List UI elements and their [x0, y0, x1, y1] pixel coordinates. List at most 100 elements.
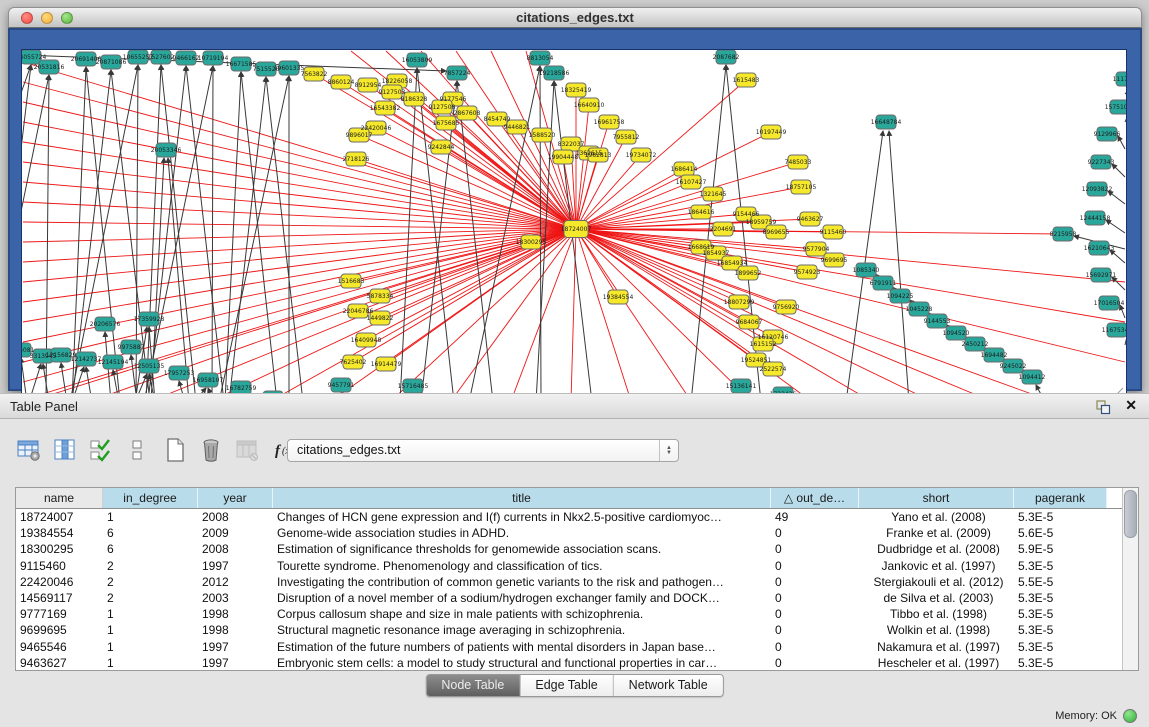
tab-node-table[interactable]: Node Table: [426, 675, 520, 696]
graph-node-label: 1899652: [735, 270, 762, 277]
table-cell-out_de: 0: [771, 525, 859, 541]
graph-node-label: 9975887: [118, 344, 145, 351]
import-table-disabled-icon: [234, 437, 260, 463]
column-header-year[interactable]: year: [198, 488, 273, 508]
table-cell-short: Nakamura et al. (1997): [859, 639, 1014, 655]
delete-table-icon[interactable]: [198, 437, 224, 463]
graph-node-label: 12444158: [1080, 215, 1111, 222]
graph-node-label: 1982813: [585, 152, 612, 159]
table-cell-pagerank: 5.3E-5: [1014, 655, 1107, 671]
graph-node-label: 22046786: [343, 308, 374, 315]
graph-node-label: 10197449: [756, 129, 787, 136]
column-header-out_de[interactable]: △ out_de…: [771, 488, 859, 508]
table-row[interactable]: 977716911998Corpus callosum shape and si…: [16, 606, 1123, 622]
column-chooser-icon[interactable]: [52, 437, 78, 463]
graph-node-label: 10719194: [198, 55, 229, 62]
table-cell-year: 2008: [198, 541, 273, 557]
table-cell-out_de: 0: [771, 622, 859, 638]
table-row[interactable]: 2242004622012Investigating the contribut…: [16, 574, 1123, 590]
tab-network-table[interactable]: Network Table: [614, 675, 723, 696]
graph-node-label: 24055724: [22, 54, 46, 61]
float-panel-icon[interactable]: [1095, 399, 1111, 415]
table-cell-title: Estimation of the future numbers of pati…: [273, 639, 771, 655]
column-header-in_degree[interactable]: in_degree: [103, 488, 198, 508]
graph-node-label: 9463627: [797, 216, 824, 223]
tab-edge-table[interactable]: Edge Table: [520, 675, 613, 696]
column-header-pagerank[interactable]: pagerank: [1014, 488, 1107, 508]
graph-node-label: 1094225: [887, 293, 914, 300]
graph-node-label: 9457791: [328, 382, 355, 389]
graph-node-label: 16961758: [594, 119, 625, 126]
table-row[interactable]: 946362711997Embryonic stem cells: a mode…: [16, 655, 1123, 671]
table-row[interactable]: 946554611997Estimation of the future num…: [16, 639, 1123, 655]
graph-node-label: 9245022: [1000, 363, 1027, 370]
memory-status-label[interactable]: Memory: OK: [1055, 710, 1117, 722]
table-row[interactable]: 969969511998Structural magnetic resonanc…: [16, 622, 1123, 638]
graph-node-label: 19384554: [603, 294, 634, 301]
close-panel-icon[interactable]: ✕: [1125, 397, 1137, 414]
column-header-name[interactable]: name: [16, 488, 103, 508]
table-cell-in_degree: 2: [103, 558, 198, 574]
merge-rows-icon[interactable]: [124, 437, 150, 463]
table-cell-title: Investigating the contribution of common…: [273, 574, 771, 590]
new-file-icon[interactable]: [162, 437, 188, 463]
graph-node-label: 16914479: [371, 361, 402, 368]
table-cell-name: 9463627: [16, 655, 103, 671]
status-bar: Memory: OK: [0, 703, 1149, 727]
window-title: citations_edges.txt: [9, 10, 1141, 25]
network-table-select[interactable]: citations_edges.txt ▲▼: [287, 439, 679, 462]
table-settings-icon[interactable]: [16, 437, 42, 463]
table-cell-pagerank: 5.9E-5: [1014, 541, 1107, 557]
table-cell-name: 9777169: [16, 606, 103, 622]
graph-node-label: 9154466: [733, 211, 760, 218]
graph-node-label: 16543382: [370, 105, 401, 112]
table-row[interactable]: 1872400712008Changes of HCN gene express…: [16, 509, 1123, 525]
graph-node-label: 19734072: [626, 152, 657, 159]
graph-node-label: 11675342: [1102, 327, 1126, 334]
table-cell-short: Stergiakouli et al. (2012): [859, 574, 1014, 590]
graph-node-label: 17359928: [134, 316, 165, 323]
network-canvas[interactable]: 2405572420531816206914062087108610655257…: [21, 49, 1127, 403]
window-titlebar[interactable]: citations_edges.txt: [8, 7, 1142, 28]
graph-node-label: 1117534: [1113, 76, 1126, 83]
graph-node-label: 1085340: [853, 267, 880, 274]
column-header-short[interactable]: short: [859, 488, 1014, 508]
table-cell-short: Wolkin et al. (1998): [859, 622, 1014, 638]
table-cell-out_de: 49: [771, 509, 859, 525]
graph-node-label: 15716485: [398, 383, 429, 390]
table-panel-header: Table Panel ✕: [0, 393, 1149, 419]
table-row[interactable]: 1938455462009Genome-wide association stu…: [16, 525, 1123, 541]
graph-node-label: 16107427: [676, 179, 707, 186]
graph-node-label: 17957253: [164, 370, 195, 377]
scrollbar-thumb[interactable]: [1124, 490, 1137, 538]
vertical-scrollbar[interactable]: [1122, 488, 1138, 670]
table-cell-year: 1998: [198, 622, 273, 638]
graph-node-label: 8912954: [355, 82, 382, 89]
graph-node-label: 1864616: [688, 209, 715, 216]
graph-node-label: 16958107: [193, 377, 224, 384]
table-cell-year: 1997: [198, 558, 273, 574]
graph-node-label: 18959759: [746, 219, 777, 226]
network-view-window: citations_edges.txt 24055724205318162069…: [8, 7, 1142, 391]
graph-node-label: 16648784: [871, 119, 902, 126]
graph-node-label: 8215958: [1050, 231, 1077, 238]
table-row[interactable]: 1830029562008Estimation of significance …: [16, 541, 1123, 557]
graph-node-label: 18325419: [561, 87, 592, 94]
memory-status-indicator[interactable]: [1123, 709, 1137, 723]
column-header-title[interactable]: title: [273, 488, 771, 508]
graph-node-label: 1686414: [671, 166, 698, 173]
graph-node-label: 9144553: [924, 318, 951, 325]
graph-node-label: 7857224: [444, 70, 471, 77]
table-cell-pagerank: 5.3E-5: [1014, 509, 1107, 525]
table-cell-in_degree: 2: [103, 590, 198, 606]
graph-node-label: 7485033: [785, 159, 812, 166]
citation-network-graph[interactable]: 2405572420531816206914062087108610655257…: [22, 50, 1126, 402]
table-cell-out_de: 0: [771, 558, 859, 574]
table-cell-in_degree: 6: [103, 525, 198, 541]
graph-node-label: 9227343: [1088, 159, 1115, 166]
graph-node-label: 18807299: [724, 299, 755, 306]
table-row[interactable]: 911546021997Tourette syndrome. Phenomeno…: [16, 558, 1123, 574]
graph-node-label: 9127503: [379, 89, 406, 96]
table-row[interactable]: 1456911722003Disruption of a novel membe…: [16, 590, 1123, 606]
select-all-rows-icon[interactable]: [88, 437, 114, 463]
